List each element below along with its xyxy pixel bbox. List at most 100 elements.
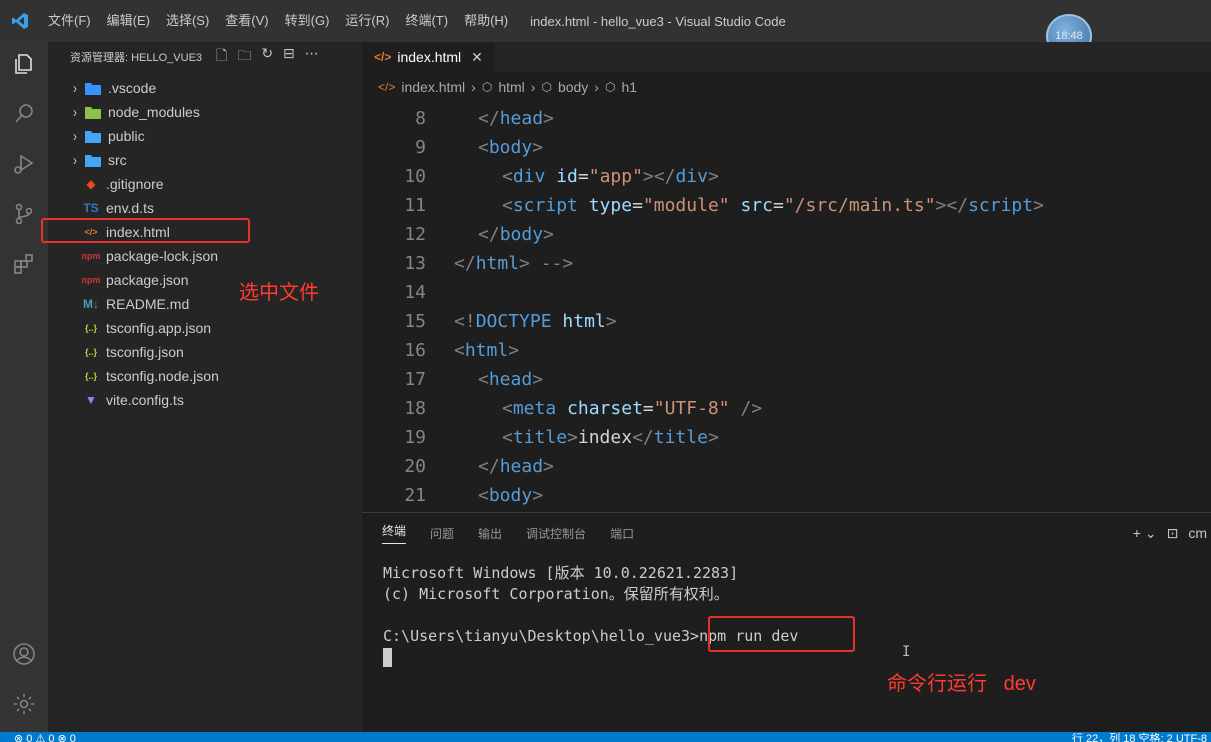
tree-folder-item[interactable]: › node_modules — [48, 100, 362, 124]
tree-file-item[interactable]: ◆ .gitignore — [48, 172, 362, 196]
close-icon[interactable]: ✕ — [471, 49, 483, 66]
code-token: /> — [740, 398, 763, 419]
chevron-right-icon: › — [471, 79, 476, 95]
line-number: 13 — [404, 253, 426, 274]
code-line: 8 </head> — [362, 104, 1211, 133]
panel-tab[interactable]: 输出 — [478, 525, 502, 542]
line-number: 20 — [404, 456, 426, 477]
tree-folder-item[interactable]: › src — [48, 148, 362, 172]
breadcrumb-item[interactable]: h1 — [621, 79, 637, 95]
tree-file-item[interactable]: npm package-lock.json — [48, 244, 362, 268]
tree-file-item[interactable]: TS env.d.ts — [48, 196, 362, 220]
more-actions-icon[interactable]: ⋯ — [305, 45, 319, 69]
panel-tab[interactable]: 问题 — [430, 525, 454, 542]
tree-item-label: env.d.ts — [106, 200, 154, 216]
account-icon[interactable] — [8, 638, 40, 670]
chevron-right-icon[interactable]: › — [68, 152, 82, 169]
vscode-logo-icon — [0, 0, 40, 42]
menu-item[interactable]: 转到(G) — [277, 0, 338, 42]
command-highlight — [708, 616, 855, 652]
tree-file-item[interactable]: ▼ vite.config.ts — [48, 388, 362, 412]
tree-file-item[interactable]: {..} tsconfig.node.json — [48, 364, 362, 388]
code-token: body — [499, 224, 544, 245]
code-token: "/src/main.ts" — [783, 195, 936, 216]
code-token: DOCTYPE — [475, 311, 552, 332]
code-line: 11 <script type="module" src="/src/main.t… — [362, 191, 1211, 220]
explorer-title: 资源管理器: HELLO_VUE3 — [70, 52, 203, 64]
tree-file-item[interactable]: {..} tsconfig.json — [48, 340, 362, 364]
menu-item[interactable]: 选择(S) — [158, 0, 217, 42]
code-token: html — [464, 340, 509, 361]
tree-folder-item[interactable]: › public — [48, 124, 362, 148]
menu-item[interactable]: 编辑(E) — [99, 0, 158, 42]
chevron-right-icon[interactable]: › — [68, 104, 82, 121]
panel-tab[interactable]: 端口 — [610, 525, 634, 542]
chevron-right-icon[interactable]: › — [68, 128, 82, 145]
status-cursor-position[interactable]: 行 22，列 18 空格: 2 UTF-8 — [1072, 734, 1207, 742]
code-token: < — [478, 485, 489, 506]
panel-tab[interactable]: 终端 — [382, 522, 407, 544]
new-file-icon[interactable]: 🗋 — [216, 45, 227, 69]
run-debug-icon[interactable] — [8, 148, 40, 180]
code-token: < — [502, 195, 513, 216]
new-folder-icon[interactable]: 🗀 — [237, 45, 251, 69]
code-token: < — [502, 398, 513, 419]
chevron-right-icon: › — [530, 79, 536, 95]
status-problems[interactable]: ⊗ 0 ⚠ 0 ⊗ 0 — [14, 734, 76, 742]
npm-icon: npm — [81, 251, 101, 261]
code-token: script — [968, 195, 1034, 216]
code-line: 9 <body> — [362, 133, 1211, 162]
collapse-all-icon[interactable]: ⊟ — [283, 45, 295, 69]
menu-item[interactable]: 终端(T) — [397, 0, 456, 42]
breadcrumb-item[interactable]: index.html — [401, 79, 465, 95]
code-token: html — [562, 311, 606, 332]
search-icon[interactable] — [8, 98, 40, 130]
refresh-icon[interactable]: ↻ — [261, 45, 273, 69]
menu-item[interactable]: 运行(R) — [337, 0, 397, 42]
chevron-right-icon[interactable]: › — [68, 80, 82, 97]
code-token: = — [642, 398, 654, 419]
code-text: <div id="app"></div> — [426, 162, 719, 191]
activity-bar — [0, 42, 48, 732]
selected-file-highlight — [41, 218, 250, 243]
line-number: 21 — [404, 485, 426, 506]
tree-folder-item[interactable]: › .vscode — [48, 76, 362, 100]
breadcrumb-item[interactable]: body — [558, 79, 588, 95]
source-control-icon[interactable] — [8, 198, 40, 230]
line-number: 10 — [404, 166, 426, 187]
title-bar: 文件(F) 编辑(E) 选择(S) 查看(V) 转到(G) 运行(R) 终端(T) 帮助(H)… — [0, 0, 1211, 58]
menu-item[interactable]: 查看(V) — [217, 0, 276, 42]
code-token: src — [740, 195, 773, 216]
code-line: 20 </head> — [362, 452, 1211, 481]
panel-tab[interactable]: 调试控制台 — [526, 525, 586, 542]
menu-item[interactable]: 文件(F) — [40, 0, 99, 42]
tree-item-label: tsconfig.json — [106, 344, 184, 360]
code-line: 17 <head> — [362, 365, 1211, 394]
window-title: index.html - hello_vue3 - Visual Studio … — [530, 13, 786, 29]
terminal-line: (c) Microsoft Corporation。保留所有权利。 — [383, 585, 729, 603]
code-token: > — [508, 340, 520, 361]
json-icon: {..} — [84, 371, 97, 381]
line-number: 19 — [404, 427, 426, 448]
tree-file-item[interactable]: {..} tsconfig.app.json — [48, 316, 362, 340]
extensions-icon[interactable] — [8, 248, 40, 280]
code-editor[interactable]: 8 </head> 9 <body> 10 <div id="app"></div> 11 <… — [362, 104, 1211, 510]
code-text: </head> — [426, 452, 554, 481]
settings-gear-icon[interactable] — [8, 688, 40, 720]
explorer-icon[interactable] — [8, 48, 40, 80]
terminal-line: Microsoft Windows [版本 10.0.22621.2283] — [383, 564, 739, 582]
code-token: head — [499, 108, 544, 129]
code-token: "app" — [588, 166, 643, 187]
line-number: 8 — [415, 108, 426, 129]
code-line: 18 <meta charset="UTF-8" /> — [362, 394, 1211, 423]
breadcrumb-item[interactable]: html — [498, 79, 524, 95]
terminal-shell-icon[interactable]: ⊡ — [1167, 525, 1179, 542]
new-terminal-icon[interactable]: + ⌄ — [1133, 525, 1157, 542]
code-line: 15 <!DOCTYPE html> — [362, 307, 1211, 336]
menu-item[interactable]: 帮助(H) — [456, 0, 516, 42]
code-token: > — [532, 369, 544, 390]
line-number: 12 — [404, 224, 426, 245]
tab-index-html[interactable]: </> index.html ✕ — [362, 42, 495, 72]
